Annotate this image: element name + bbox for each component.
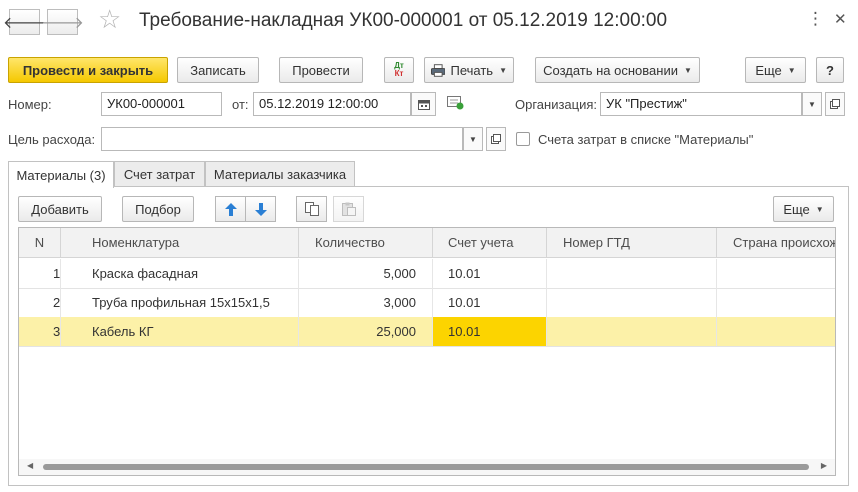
scroll-right-icon[interactable]: ▶ [821, 461, 827, 470]
more-label: Еще [755, 62, 782, 78]
printer-icon [431, 63, 446, 77]
column-header-country[interactable]: Страна происхож [717, 228, 835, 258]
item-cell[interactable]: Кабель КГ [61, 317, 299, 346]
column-header-quantity[interactable]: Количество [299, 228, 433, 258]
horizontal-scrollbar[interactable]: ◀ ▶ [19, 459, 835, 475]
open-form-icon [830, 99, 840, 109]
star-icon[interactable]: ☆ [98, 6, 121, 32]
arrow-up-icon [224, 202, 237, 216]
tab-cost-account[interactable]: Счет затрат [114, 161, 205, 187]
quantity-cell[interactable]: 3,000 [299, 288, 433, 317]
number-field[interactable]: УК00-000001 [101, 92, 222, 116]
create-based-on-button[interactable]: Создать на основании ▼ [535, 57, 700, 83]
chevron-down-icon: ▼ [787, 65, 796, 75]
tab-materials[interactable]: Материалы (3) [8, 161, 114, 188]
move-down-button[interactable] [245, 196, 276, 222]
dt-kt-icon: Дт Кт [394, 61, 404, 78]
chevron-down-icon: ▼ [469, 134, 477, 144]
chevron-down-icon: ▼ [683, 65, 692, 75]
country-cell[interactable] [717, 317, 835, 346]
account-cell[interactable]: 10.01 [433, 259, 547, 288]
more-label: Еще [783, 201, 810, 217]
cost-accounts-checkbox[interactable] [516, 132, 530, 146]
organization-label: Организация: [515, 97, 598, 112]
dt-kt-button[interactable]: Дт Кт [384, 57, 414, 83]
number-label: Номер: [8, 97, 52, 112]
quantity-cell[interactable]: 25,000 [299, 317, 433, 346]
item-cell[interactable]: Труба профильная 15х15х1,5 [61, 288, 299, 317]
copy-icon [304, 202, 319, 216]
chevron-down-icon: ▼ [499, 65, 507, 75]
calendar-button[interactable] [411, 92, 436, 116]
save-button[interactable]: Записать [177, 57, 259, 83]
calendar-icon [417, 99, 430, 110]
more-button[interactable]: Еще ▼ [745, 57, 806, 83]
paste-icon [341, 202, 356, 216]
post-button[interactable]: Провести [279, 57, 363, 83]
chevron-down-icon: ▼ [815, 204, 824, 214]
table-row[interactable]: 2 Труба профильная 15х15х1,5 3,000 10.01 [19, 288, 835, 317]
open-form-icon [491, 134, 501, 144]
scrollbar-thumb[interactable] [43, 464, 809, 470]
move-up-button[interactable] [215, 196, 246, 222]
organization-field[interactable]: УК "Престиж" [600, 92, 802, 116]
quantity-cell[interactable]: 5,000 [299, 259, 433, 288]
country-cell[interactable] [717, 259, 835, 288]
scroll-left-icon[interactable]: ◀ [27, 461, 33, 470]
forward-button[interactable]: 🡒 [41, 9, 84, 35]
back-button[interactable]: 🡐 [3, 9, 46, 35]
account-cell-focused[interactable]: 10.01 [433, 317, 547, 346]
materials-table[interactable]: N Номенклатура Количество Счет учета Ном… [18, 227, 836, 476]
column-header-n[interactable]: N [19, 228, 61, 258]
organization-open-button[interactable] [825, 92, 845, 116]
country-cell[interactable] [717, 288, 835, 317]
gtd-cell[interactable] [547, 259, 717, 288]
organization-dropdown-button[interactable]: ▼ [802, 92, 822, 116]
table-row[interactable]: 1 Краска фасадная 5,000 10.01 [19, 259, 835, 288]
column-header-account[interactable]: Счет учета [433, 228, 547, 258]
item-cell[interactable]: Краска фасадная [61, 259, 299, 288]
table-more-button[interactable]: Еще ▼ [773, 196, 834, 222]
chevron-down-icon: ▼ [808, 99, 816, 109]
row-number: 2 [19, 288, 61, 317]
paste-button[interactable] [333, 196, 364, 222]
account-cell[interactable]: 10.01 [433, 288, 547, 317]
gtd-cell[interactable] [547, 288, 717, 317]
table-row-selected[interactable]: 3 Кабель КГ 25,000 10.01 [19, 317, 835, 346]
date-label: от: [232, 97, 249, 112]
print-button[interactable]: Печать ▼ [424, 57, 514, 83]
purpose-label: Цель расхода: [8, 132, 96, 147]
arrow-left-icon: 🡐 [3, 14, 46, 32]
date-field[interactable]: 05.12.2019 12:00:00 [253, 92, 411, 116]
close-icon[interactable]: ✕ [834, 10, 847, 28]
help-button[interactable]: ? [816, 57, 844, 83]
column-header-item[interactable]: Номенклатура [61, 228, 299, 258]
vertical-dots-icon[interactable]: ⋮ [807, 9, 824, 29]
gtd-cell[interactable] [547, 317, 717, 346]
table-header: N Номенклатура Количество Счет учета Ном… [19, 228, 835, 258]
cost-accounts-checkbox-label: Счета затрат в списке "Материалы" [538, 132, 754, 147]
create-based-on-label: Создать на основании [543, 62, 678, 78]
pick-button[interactable]: Подбор [122, 196, 194, 222]
add-row-button[interactable]: Добавить [18, 196, 102, 222]
post-and-close-button[interactable]: Провести и закрыть [8, 57, 168, 83]
arrow-right-icon: 🡒 [41, 14, 84, 32]
copy-button[interactable] [296, 196, 327, 222]
purpose-field[interactable] [101, 127, 463, 151]
document-status-icon[interactable] [447, 96, 465, 113]
purpose-open-button[interactable] [486, 127, 506, 151]
print-label: Печать [450, 62, 494, 78]
row-number: 3 [19, 317, 61, 346]
column-header-gtd[interactable]: Номер ГТД [547, 228, 717, 258]
purpose-dropdown-button[interactable]: ▼ [463, 127, 483, 151]
arrow-down-icon [254, 202, 267, 216]
row-number: 1 [19, 259, 61, 288]
page-title: Требование-накладная УК00-000001 от 05.1… [139, 10, 668, 31]
tab-customer-materials[interactable]: Материалы заказчика [205, 161, 355, 187]
